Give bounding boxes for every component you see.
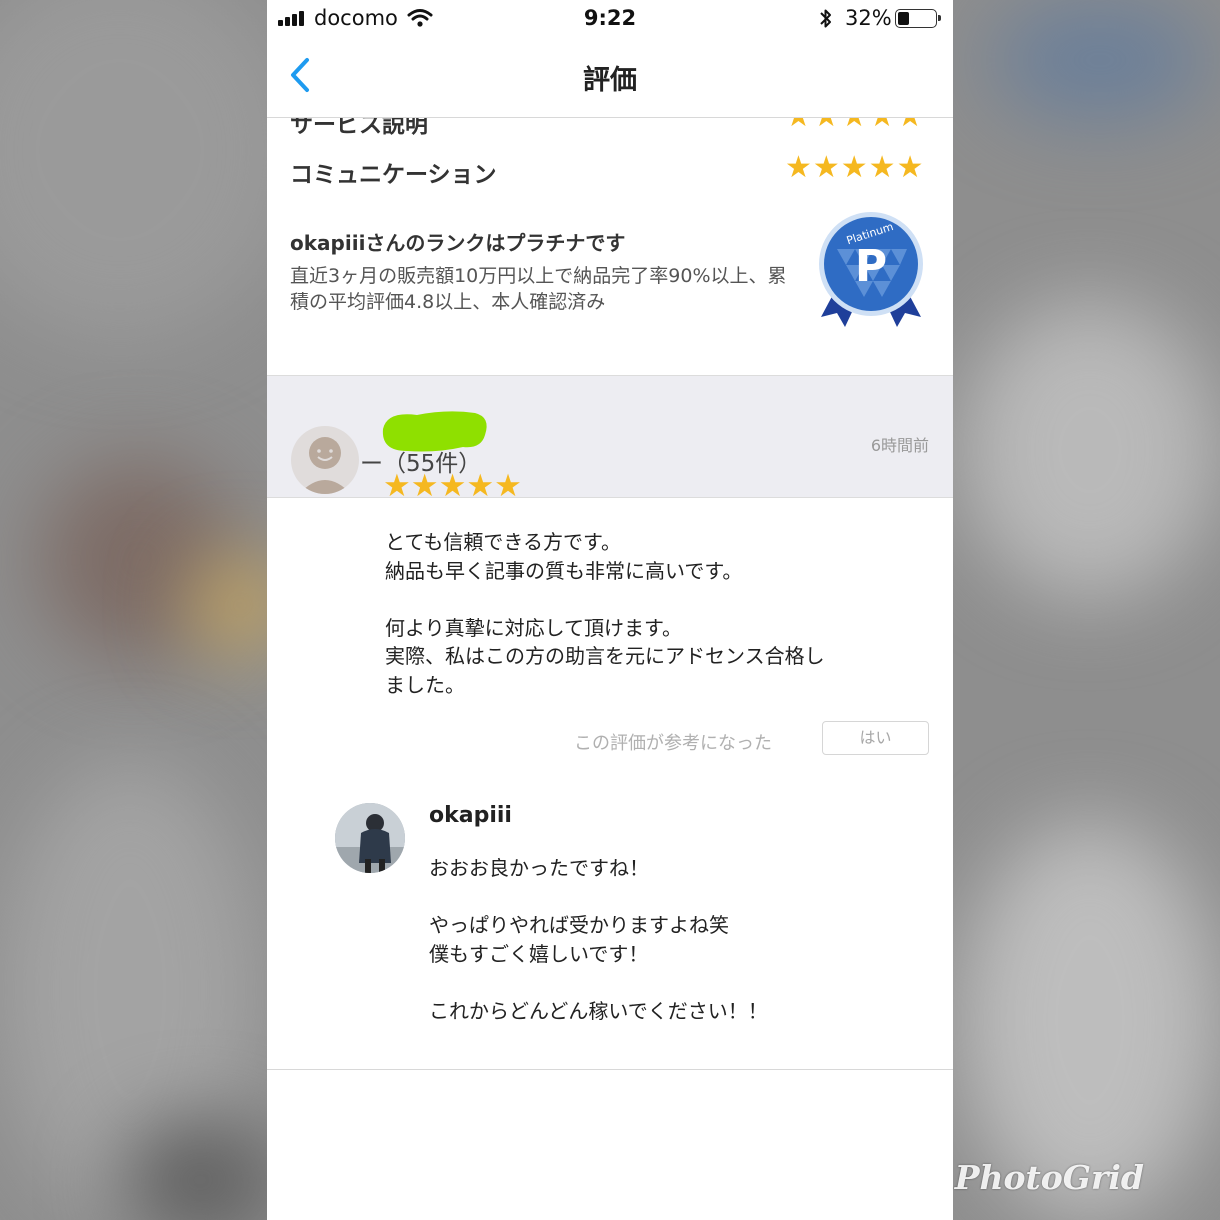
navigation-bar: 評価 [267, 38, 953, 118]
seller-photo [335, 803, 405, 873]
rank-title: okapiiiさんのランクはプラチナです [290, 231, 626, 255]
photogrid-watermark: PhotoGrid [954, 1158, 1144, 1197]
redacted-name-scribble [382, 411, 487, 452]
reviewer-avatar[interactable] [291, 426, 359, 494]
page-title: 評価 [583, 65, 637, 96]
badge-letter: P [855, 241, 887, 292]
divider [267, 1069, 953, 1070]
platinum-badge-icon: P Platinum [819, 212, 923, 327]
rank-description: 直近3ヶ月の販売額10万円以上で納品完了率90%以上、累積の平均評価4.8以上、… [290, 265, 787, 313]
bluetooth-icon [820, 9, 831, 28]
phone-screen: docomo 9:22 32% 評価 サービス説明 ★★★★★ コミュニケーショ… [267, 0, 953, 1220]
review-text: とても信頼できる方です。 納品も早く記事の質も非常に高いです。 何より真摯に対応… [385, 530, 825, 697]
seller-avatar[interactable] [335, 803, 405, 873]
default-user-icon [299, 437, 351, 494]
battery-percent: 32% [845, 6, 892, 30]
reply-author: okapiii [429, 803, 512, 828]
reviews-section-header: レビュー（55件） [267, 375, 953, 498]
helpful-label: この評価が参考になった [574, 733, 772, 754]
battery-icon [895, 9, 941, 28]
status-bar: docomo 9:22 32% [267, 0, 953, 38]
review-stars: ★★★★★ [383, 468, 522, 504]
reply-text: おおお良かったですね！ やっぱりやれば受かりますよね笑 僕もすごく嬉しいです！ … [429, 856, 768, 1023]
rating-label-communication: コミュニケーション [290, 162, 497, 188]
helpful-yes-button[interactable]: はい [822, 721, 929, 755]
review-timestamp: 6時間前 [870, 436, 929, 455]
rating-stars-communication: ★★★★★ [785, 150, 925, 185]
